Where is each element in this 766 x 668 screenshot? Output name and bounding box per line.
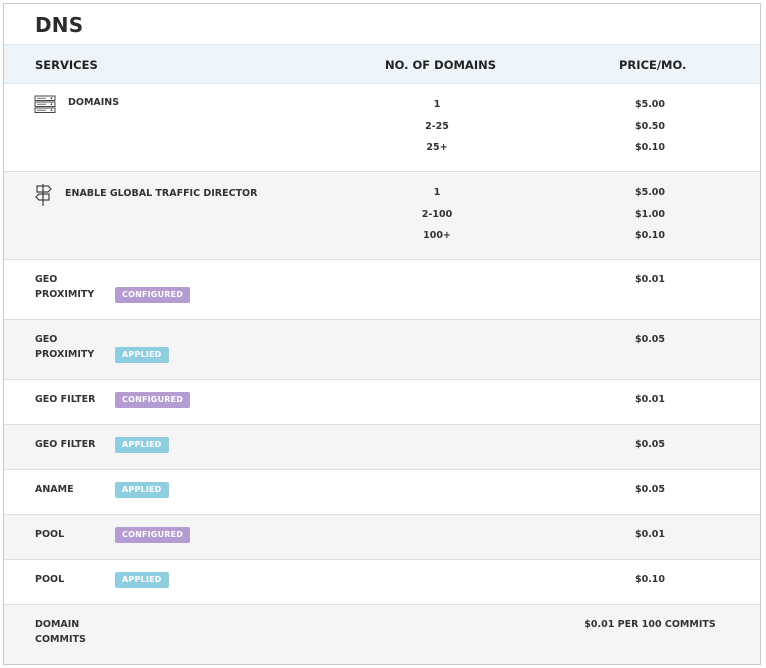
domain-count: 2-100 <box>421 209 453 220</box>
table-row: GEO PROXIMITY APPLIED $0.05 <box>4 320 760 380</box>
status-badge-configured: CONFIGURED <box>115 392 191 408</box>
price-value: $5.00 <box>634 99 666 110</box>
service-label: POOL <box>35 574 65 585</box>
status-badge-configured: CONFIGURED <box>115 527 191 543</box>
table-row: GEO FILTER CONFIGURED $0.01 <box>4 380 760 425</box>
price-value: $0.01 <box>634 394 666 405</box>
service-label-line2: PROXIMITY <box>35 289 95 300</box>
service-label: GEO PROXIMITY <box>35 272 94 302</box>
price-value: $0.05 <box>634 334 666 345</box>
service-label: GEO FILTER <box>35 394 96 405</box>
price-value: $0.10 <box>634 574 666 585</box>
header-services: SERVICES <box>35 58 98 72</box>
domain-count: 100+ <box>423 230 451 241</box>
service-label-line2: COMMITS <box>35 634 86 645</box>
price-value: $5.00 <box>634 187 666 198</box>
dns-pricing-panel: DNS SERVICES NO. OF DOMAINS PRICE/MO. DO… <box>3 3 761 665</box>
table-row: GEO PROXIMITY CONFIGURED $0.01 <box>4 260 760 320</box>
status-badge-applied: APPLIED <box>115 482 169 498</box>
status-badge-configured: CONFIGURED <box>115 287 191 303</box>
service-label: POOL <box>35 529 65 540</box>
service-label: GEO FILTER <box>35 439 96 450</box>
price-value: $0.01 <box>634 274 666 285</box>
table-row: ANAME APPLIED $0.05 <box>4 470 760 515</box>
price-value: $0.50 <box>634 121 666 132</box>
status-badge-applied: APPLIED <box>115 437 169 453</box>
server-stack-icon <box>34 95 56 118</box>
service-label-line1: DOMAIN <box>35 619 80 630</box>
service-label-line1: GEO <box>35 274 58 285</box>
table-row: POOL CONFIGURED $0.01 <box>4 515 760 560</box>
service-label-line2: PROXIMITY <box>35 349 95 360</box>
service-label: ANAME <box>35 484 74 495</box>
service-label-global-traffic-director: ENABLE GLOBAL TRAFFIC DIRECTOR <box>65 188 258 199</box>
price-value: $0.10 <box>634 230 666 241</box>
price-value: $1.00 <box>634 209 666 220</box>
status-badge-applied: APPLIED <box>115 572 169 588</box>
status-badge-applied: APPLIED <box>115 347 169 363</box>
service-label-line1: GEO <box>35 334 58 345</box>
table-header: SERVICES NO. OF DOMAINS PRICE/MO. <box>4 44 760 84</box>
price-value: $0.01 <box>634 529 666 540</box>
domain-count: 25+ <box>426 142 448 153</box>
price-value: $0.05 <box>634 439 666 450</box>
service-label: DOMAIN COMMITS <box>35 617 86 647</box>
table-row: GEO FILTER APPLIED $0.05 <box>4 425 760 470</box>
domain-count: 2-25 <box>425 121 449 132</box>
domain-count: 1 <box>433 187 441 198</box>
page-title: DNS <box>35 13 84 37</box>
price-value: $0.10 <box>634 142 666 153</box>
header-price: PRICE/MO. <box>619 58 687 72</box>
price-value: $0.01 PER 100 COMMITS <box>584 619 716 630</box>
domain-count: 1 <box>433 99 441 110</box>
price-value: $0.05 <box>634 484 666 495</box>
service-label-domains: DOMAINS <box>68 97 120 108</box>
table-row-domains: DOMAINS 1 2-25 25+ $5.00 $0.50 $0.10 <box>4 84 760 172</box>
table-row-domain-commits: DOMAIN COMMITS $0.01 PER 100 COMMITS <box>4 605 760 664</box>
service-label: GEO PROXIMITY <box>35 332 94 362</box>
signpost-icon <box>35 183 53 211</box>
table-row-global-traffic-director: ENABLE GLOBAL TRAFFIC DIRECTOR 1 2-100 1… <box>4 172 760 260</box>
header-number-of-domains: NO. OF DOMAINS <box>385 58 497 72</box>
table-row: POOL APPLIED $0.10 <box>4 560 760 605</box>
